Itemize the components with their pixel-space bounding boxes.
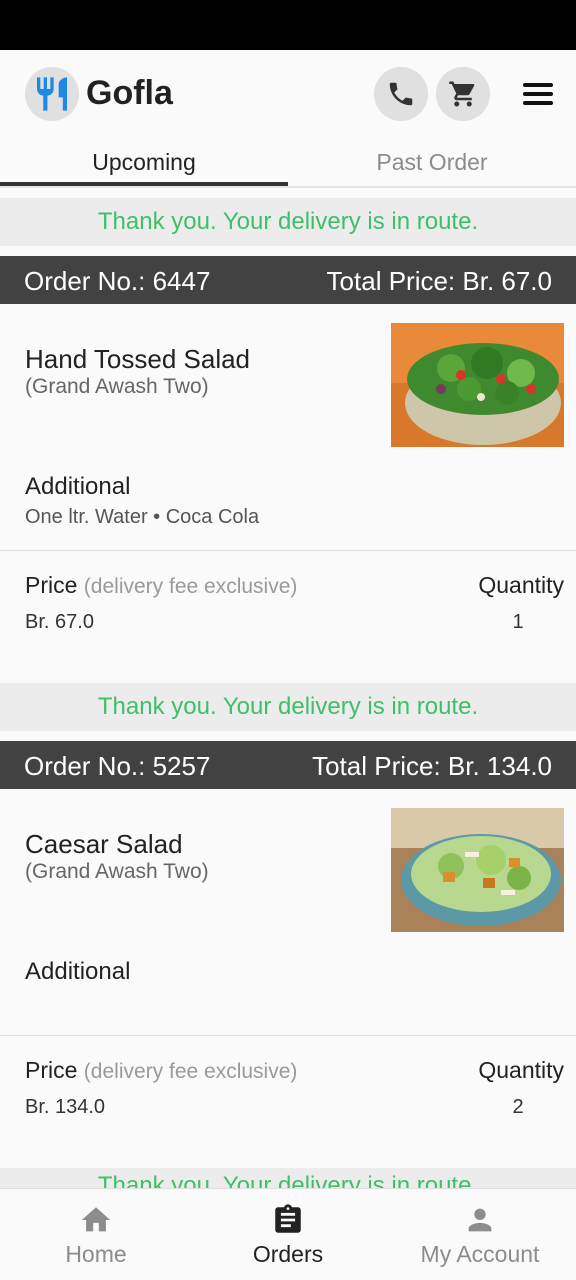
- order-total-price: Total Price: Br. 67.0: [326, 266, 552, 296]
- food-image: [391, 808, 564, 932]
- nav-orders[interactable]: Orders: [192, 1189, 384, 1280]
- additional-title: Additional: [25, 958, 131, 985]
- system-status-bar: [0, 0, 576, 50]
- tab-past-order[interactable]: Past Order: [288, 138, 576, 186]
- order-header: Order No.: 5257 Total Price: Br. 134.0: [0, 741, 576, 789]
- item-name: Caesar Salad: [25, 829, 183, 859]
- active-tab-indicator: [0, 182, 288, 186]
- order-tabs: Upcoming Past Order: [0, 138, 576, 188]
- phone-icon: [389, 82, 413, 106]
- price-label: Price (delivery fee exclusive): [25, 572, 297, 599]
- section-divider: [0, 1035, 576, 1036]
- price-note: (delivery fee exclusive): [83, 575, 298, 598]
- bottom-navigation: Home Orders My Account: [0, 1188, 576, 1280]
- nav-home[interactable]: Home: [0, 1189, 192, 1280]
- order-number: Order No.: 5257: [24, 751, 211, 781]
- item-price: Br. 134.0: [25, 1096, 106, 1118]
- nav-orders-label: Orders: [252, 1240, 324, 1267]
- price-label: Price (delivery fee exclusive): [25, 1057, 297, 1084]
- section-divider: [0, 550, 576, 551]
- order-total-price: Total Price: Br. 134.0: [312, 751, 552, 781]
- orders-icon: [275, 1203, 301, 1233]
- order-number: Order No.: 6447: [24, 266, 211, 296]
- call-button[interactable]: [374, 67, 428, 121]
- additional-items: One ltr. Water • Coca Cola: [25, 506, 260, 528]
- food-image: [391, 323, 564, 447]
- next-status-text: Thank you. Your delivery is in route.: [97, 1172, 479, 1188]
- price-label-text: Price: [25, 572, 78, 598]
- delivery-status-message: Thank you. Your delivery is in route.: [0, 683, 576, 731]
- fork-knife-icon: [37, 77, 67, 111]
- app-bar: Gofla: [0, 50, 576, 138]
- delivery-status-message: Thank you. Your delivery is in route.: [0, 198, 576, 246]
- item-name: Hand Tossed Salad: [25, 344, 251, 374]
- quantity-label: Quantity: [478, 1057, 564, 1083]
- price-note: (delivery fee exclusive): [83, 1060, 298, 1083]
- account-icon: [468, 1208, 492, 1231]
- app-title: Gofla: [86, 74, 173, 112]
- next-delivery-status-message: Thank you. Your delivery is in route.: [0, 1168, 576, 1188]
- item-price: Br. 67.0: [25, 611, 94, 633]
- order-header: Order No.: 6447 Total Price: Br. 67.0: [0, 256, 576, 304]
- tab-upcoming[interactable]: Upcoming: [0, 138, 288, 186]
- additional-title: Additional: [25, 473, 131, 500]
- nav-my-account[interactable]: My Account: [384, 1189, 576, 1280]
- item-quantity: 1: [512, 611, 524, 633]
- home-icon: [81, 1206, 111, 1231]
- cart-icon: [449, 81, 475, 107]
- nav-home-label: Home: [65, 1240, 127, 1267]
- cart-button[interactable]: [436, 67, 490, 121]
- menu-button[interactable]: [518, 78, 558, 110]
- nav-my-account-label: My Account: [420, 1240, 540, 1267]
- app-logo: [25, 67, 79, 121]
- item-quantity: 2: [512, 1096, 524, 1118]
- quantity-label: Quantity: [478, 572, 564, 598]
- price-label-text: Price: [25, 1057, 78, 1083]
- restaurant-name: (Grand Awash Two): [25, 860, 209, 883]
- hamburger-menu-icon: [523, 83, 553, 105]
- restaurant-name: (Grand Awash Two): [25, 375, 209, 398]
